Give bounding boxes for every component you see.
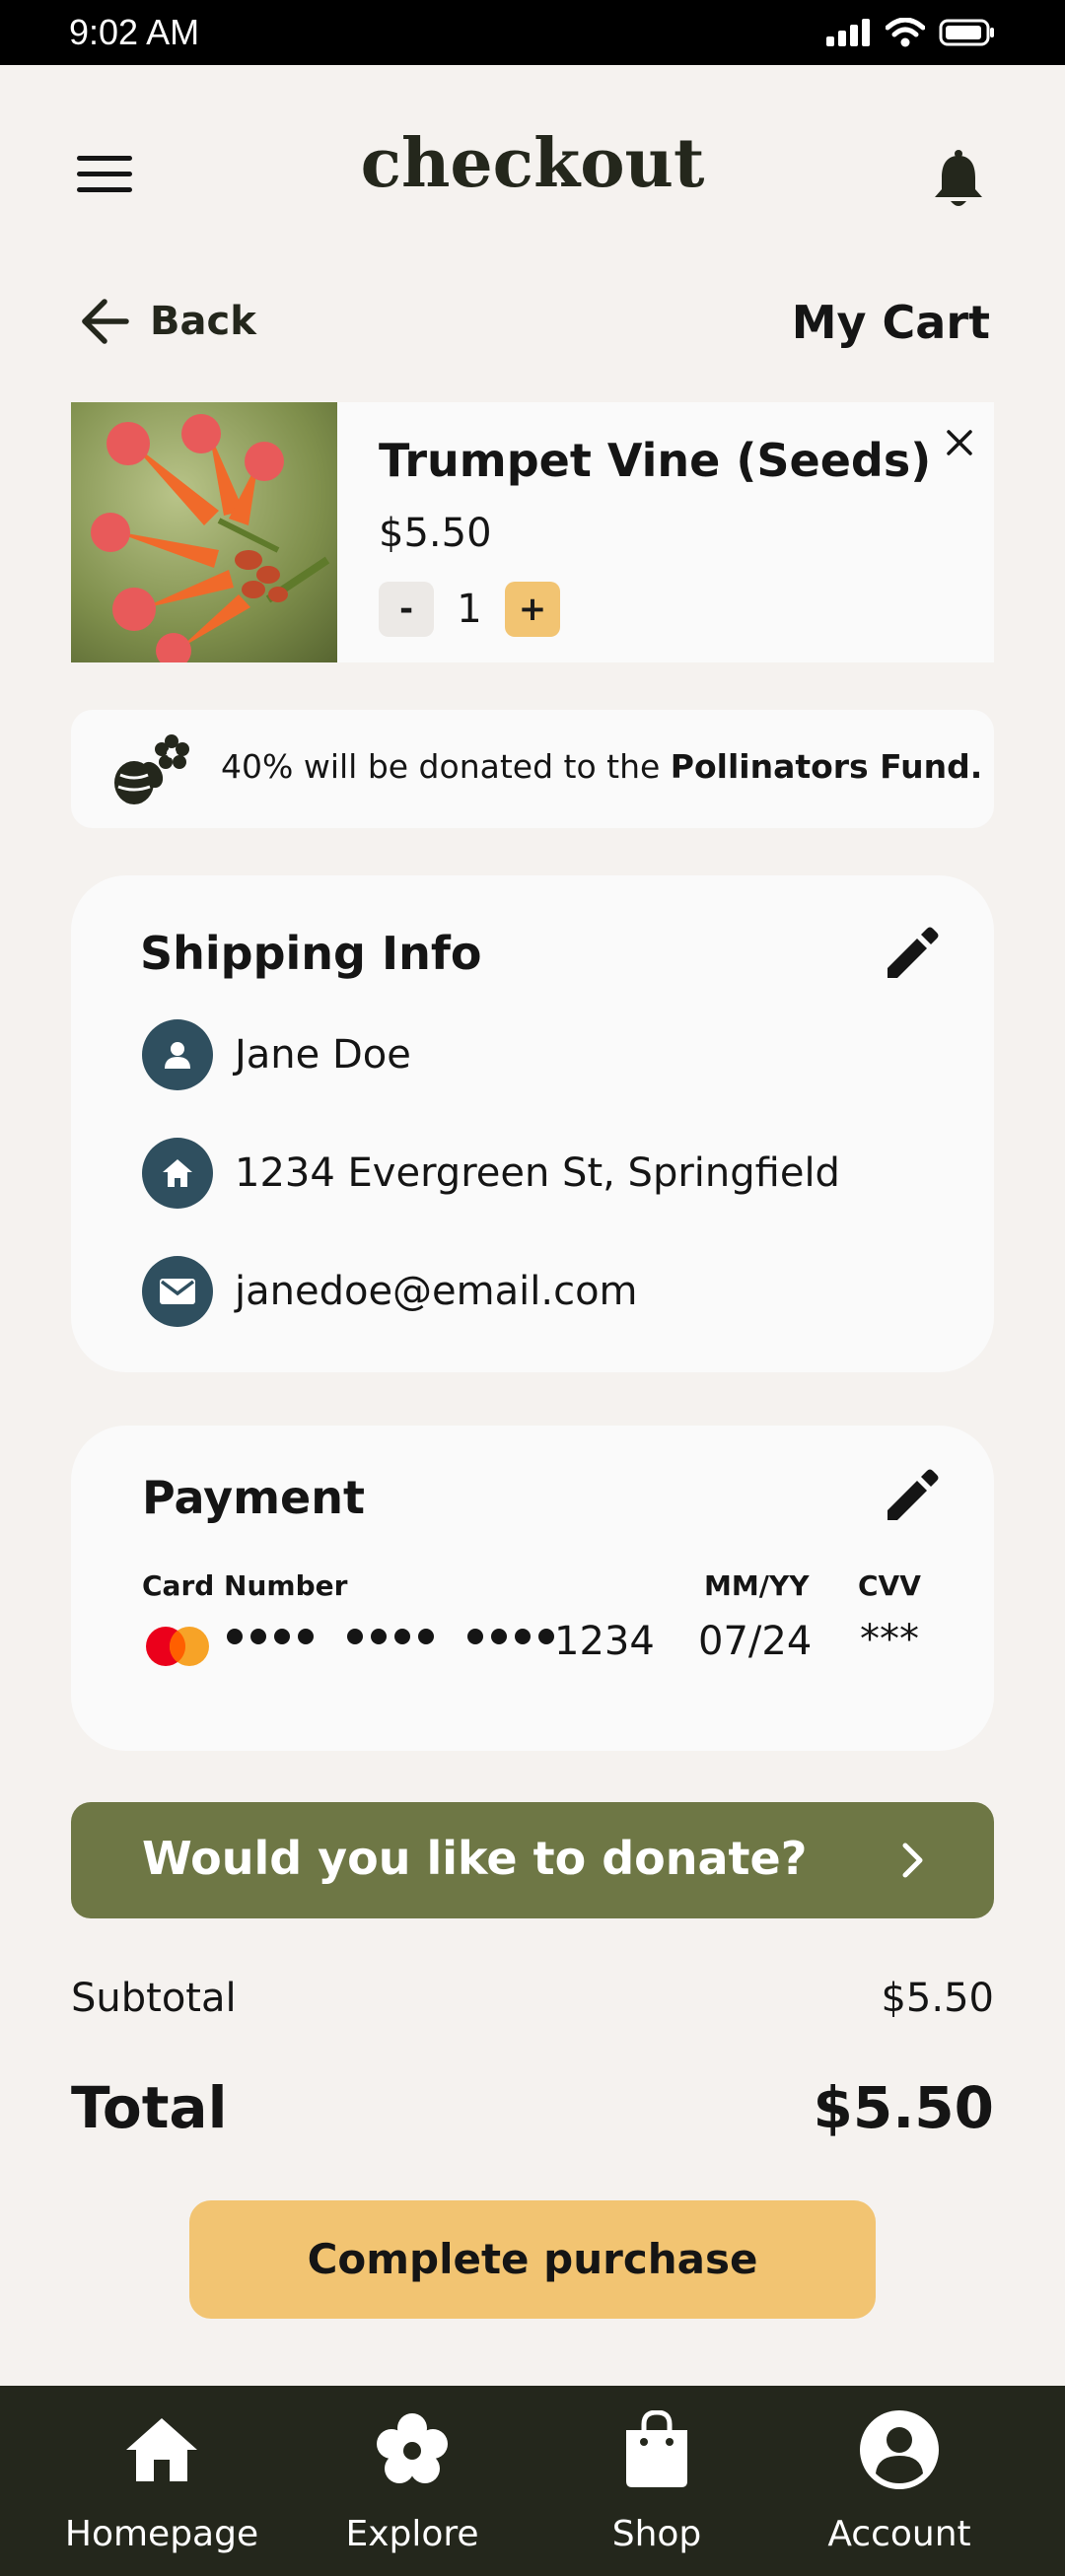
nav-row: Back My Cart [0,286,1065,365]
masked-card-digits [227,1629,554,1644]
arrow-left-icon [82,299,129,344]
bottom-nav: Homepage Explore Shop Account [0,2386,1065,2576]
shipping-name: Jane Doe [235,1032,411,1078]
quantity-value: 1 [457,587,482,632]
donate-label: Would you like to donate? [142,1832,808,1885]
nav-label-explore: Explore [345,2514,479,2554]
wifi-icon [886,18,925,47]
card-number-label: Card Number [142,1569,348,1602]
card-cvv: *** [860,1617,919,1662]
mastercard-icon [146,1627,209,1666]
total-label: Total [71,2074,228,2141]
expiry-label: MM/YY [704,1569,810,1602]
cvv-label: CVV [858,1569,921,1602]
bell-icon[interactable] [932,150,985,211]
status-bar: 9:02 AM [0,0,1065,65]
header: checkout [0,65,1065,292]
product-price: $5.50 [379,511,492,556]
flower-icon [294,2407,531,2492]
payment-title: Payment [142,1471,365,1524]
back-button[interactable]: Back [79,298,256,345]
total-value: $5.50 [813,2074,994,2141]
card-expiry: 07/24 [698,1619,813,1664]
edit-payment-icon[interactable] [882,1467,941,1526]
shipping-email-row: janedoe@email.com [142,1256,638,1327]
shopping-bag-icon [538,2407,775,2492]
cart-item: Trumpet Vine (Seeds) $5.50 - 1 + [71,402,994,662]
nav-item-shop[interactable]: Shop [538,2407,775,2554]
shipping-card: Shipping Info Jane Doe 1234 Evergreen St… [71,875,994,1372]
status-time: 9:02 AM [69,12,200,52]
donation-fund-name: Pollinators Fund. [670,747,983,786]
donation-banner: 40% will be donated to the Pollinators F… [71,710,994,828]
payment-card: Payment Card Number MM/YY CVV 1234 07/24… [71,1426,994,1751]
product-image [71,402,337,662]
shipping-address-row: 1234 Evergreen St, Springfield [142,1138,840,1209]
battery-icon [939,19,994,46]
subtotal-label: Subtotal [71,1976,237,2021]
bee-flower-icon [114,734,189,804]
card-last4: 1234 [554,1619,655,1664]
person-icon [142,1019,213,1090]
nav-label-homepage: Homepage [64,2514,259,2554]
back-label: Back [150,299,256,344]
home-icon [142,1138,213,1209]
nav-item-explore[interactable]: Explore [294,2407,531,2554]
edit-shipping-icon[interactable] [882,925,941,984]
product-name: Trumpet Vine (Seeds) [379,434,932,487]
cart-title: My Cart [791,296,990,349]
nav-item-homepage[interactable]: Homepage [43,2407,280,2554]
page-title: checkout [360,124,705,203]
shipping-address: 1234 Evergreen St, Springfield [235,1150,840,1196]
decrease-quantity-button[interactable]: - [379,582,434,637]
nav-item-account[interactable]: Account [781,2407,1018,2554]
close-icon[interactable] [945,428,974,457]
increase-quantity-button[interactable]: + [505,582,560,637]
shipping-title: Shipping Info [140,927,482,980]
status-icons [826,18,996,47]
mail-icon [142,1256,213,1327]
subtotal-value: $5.50 [881,1976,994,2021]
account-icon [781,2407,1018,2492]
nav-label-shop: Shop [611,2514,702,2554]
chevron-right-icon [902,1843,923,1878]
donation-text: 40% will be donated to the Pollinators F… [221,747,982,786]
signal-icon [826,19,870,46]
nav-label-account: Account [827,2514,971,2554]
donation-text-prefix: 40% will be donated to the [221,747,671,786]
shipping-email: janedoe@email.com [235,1269,638,1314]
shipping-name-row: Jane Doe [142,1019,411,1090]
donate-button[interactable]: Would you like to donate? [71,1802,994,1918]
complete-purchase-button[interactable]: Complete purchase [189,2200,876,2319]
home-icon [43,2407,280,2492]
quantity-stepper: - 1 + [379,582,560,637]
